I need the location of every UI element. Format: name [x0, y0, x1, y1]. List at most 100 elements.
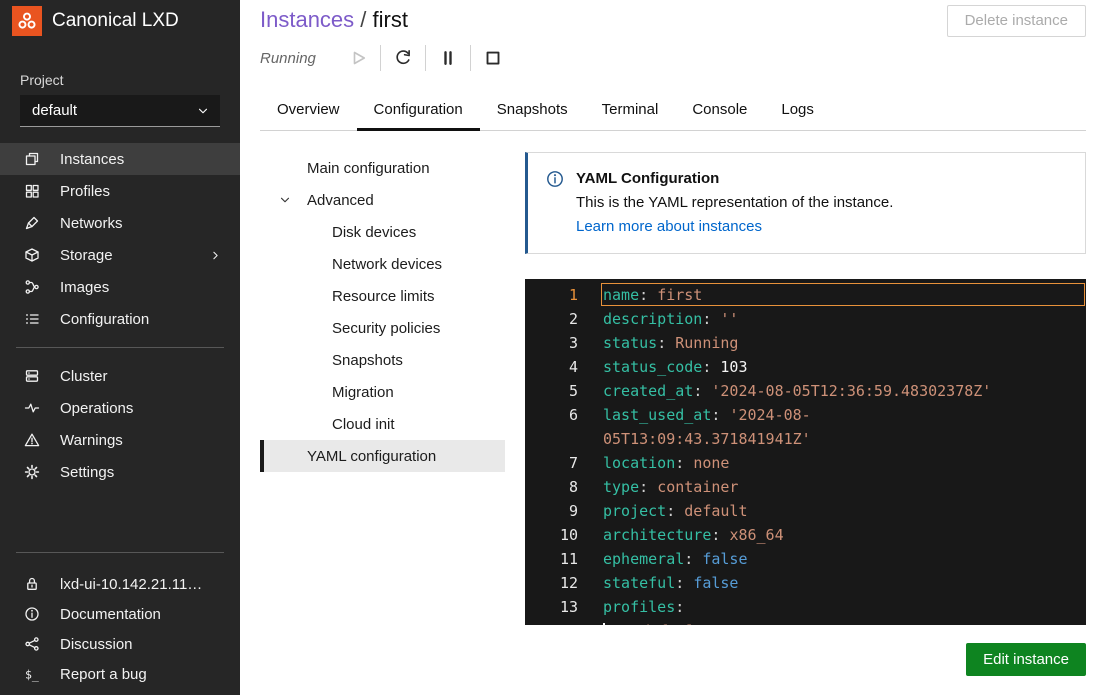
config-nav-snapshots[interactable]: Snapshots	[260, 344, 505, 376]
code-line-8[interactable]: 8type: container	[525, 475, 1086, 499]
code-line-4[interactable]: 4status_code: 103	[525, 355, 1086, 379]
status-row: Running	[260, 44, 1086, 72]
config-nav-cloud-init[interactable]: Cloud init	[260, 408, 505, 440]
storage-icon	[24, 247, 40, 263]
line-number	[525, 427, 578, 451]
sidebar-item-images[interactable]: Images	[0, 271, 240, 303]
pause-button[interactable]	[438, 48, 458, 68]
code-line-5[interactable]: 5created_at: '2024-08-05T12:36:59.483023…	[525, 379, 1086, 403]
config-nav-label: Network devices	[332, 256, 442, 273]
sidebar-item-operations[interactable]: Operations	[0, 392, 240, 424]
warning-icon	[24, 432, 40, 448]
config-nav-network-devices[interactable]: Network devices	[260, 248, 505, 280]
code-content: created_at: '2024-08-05T12:36:59.4830237…	[578, 379, 1086, 403]
sidebar-item-label: Discussion	[60, 636, 222, 653]
share-icon	[24, 636, 40, 652]
start-button[interactable]	[348, 48, 368, 68]
project-select[interactable]: default	[20, 95, 220, 127]
images-icon	[24, 279, 40, 295]
breadcrumb-separator: /	[354, 7, 372, 32]
chevron-right-icon	[209, 249, 222, 262]
tab-terminal[interactable]: Terminal	[585, 91, 676, 130]
code-line-12[interactable]: 12stateful: false	[525, 571, 1086, 595]
code-line-2[interactable]: 2description: ''	[525, 307, 1086, 331]
lock-icon	[24, 576, 40, 592]
line-number: 12	[525, 571, 578, 595]
code-content: description: ''	[578, 307, 1086, 331]
sidebar-item-lxd-ui-10-142-21-11[interactable]: lxd-ui-10.142.21.11…	[0, 569, 240, 599]
sidebar-item-settings[interactable]: Settings	[0, 456, 240, 488]
code-line-13[interactable]: 13profiles:	[525, 595, 1086, 619]
edit-instance-button[interactable]: Edit instance	[966, 643, 1086, 676]
config-nav: Main configurationAdvancedDisk devices Ne…	[260, 152, 505, 695]
config-nav-resource-limits[interactable]: Resource limits	[260, 280, 505, 312]
line-number: 1	[525, 283, 578, 307]
notice-body: This is the YAML representation of the i…	[576, 191, 1069, 215]
tab-console[interactable]: Console	[675, 91, 764, 130]
config-nav-label: Security policies	[332, 320, 440, 337]
tab-logs[interactable]: Logs	[764, 91, 831, 130]
code-line-3[interactable]: 3status: Running	[525, 331, 1086, 355]
token-key: location	[603, 454, 675, 472]
config-nav-yaml-configuration[interactable]: YAML configuration	[260, 440, 505, 472]
delete-instance-button[interactable]: Delete instance	[947, 5, 1086, 37]
code-line-11[interactable]: 11ephemeral: false	[525, 547, 1086, 571]
sidebar-item-storage[interactable]: Storage	[0, 239, 240, 271]
yaml-code-editor[interactable]: 1name: first2description: ''3status: Run…	[525, 279, 1086, 625]
profiles-icon	[24, 183, 40, 199]
code-line-wrap[interactable]: 05T13:09:43.371841941Z'	[525, 427, 1086, 451]
config-nav-advanced[interactable]: Advanced	[260, 184, 505, 216]
sidebar-item-label: Storage	[60, 247, 189, 264]
sidebar-item-discussion[interactable]: Discussion	[0, 629, 240, 659]
app-logo[interactable]: Canonical LXD	[0, 0, 240, 42]
code-line-7[interactable]: 7location: none	[525, 451, 1086, 475]
code-content: ephemeral: false	[578, 547, 1086, 571]
code-line-9[interactable]: 9project: default	[525, 499, 1086, 523]
sidebar-item-instances[interactable]: Instances	[0, 143, 240, 175]
code-line-6[interactable]: 6last_used_at: '2024-08-	[525, 403, 1086, 427]
config-nav-migration[interactable]: Migration	[260, 376, 505, 408]
learn-more-link[interactable]: Learn more about instances	[576, 218, 762, 235]
tab-overview[interactable]: Overview	[260, 91, 357, 130]
sidebar-item-warnings[interactable]: Warnings	[0, 424, 240, 456]
config-nav-security-policies[interactable]: Security policies	[260, 312, 505, 344]
token-colon: :	[675, 574, 693, 592]
status-badge: Running	[260, 50, 348, 67]
code-line-14[interactable]: 14 - default	[525, 619, 1086, 625]
config-nav-main-configuration[interactable]: Main configuration	[260, 152, 505, 184]
token-key: profiles	[603, 598, 675, 616]
tab-configuration[interactable]: Configuration	[357, 91, 480, 130]
token-colon: :	[702, 310, 720, 328]
config-nav-label: Migration	[332, 384, 394, 401]
instances-icon	[24, 151, 40, 167]
sidebar-spacer	[0, 488, 240, 540]
token-key: project	[603, 502, 666, 520]
token-colon: :	[684, 550, 702, 568]
breadcrumb-instances-link[interactable]: Instances	[260, 7, 354, 32]
sidebar-item-report-a-bug[interactable]: $_Report a bug	[0, 659, 240, 689]
line-number: 8	[525, 475, 578, 499]
code-content: 05T13:09:43.371841941Z'	[578, 427, 1086, 451]
sidebar-item-documentation[interactable]: Documentation	[0, 599, 240, 629]
breadcrumb: Instances / first	[260, 5, 408, 35]
config-nav-disk-devices[interactable]: Disk devices	[260, 216, 505, 248]
code-line-10[interactable]: 10architecture: x86_64	[525, 523, 1086, 547]
sidebar-item-configuration[interactable]: Configuration	[0, 303, 240, 335]
sidebar-item-label: Operations	[60, 400, 222, 417]
sidebar-item-profiles[interactable]: Profiles	[0, 175, 240, 207]
bug-report-icon: $_	[24, 666, 40, 682]
line-number: 7	[525, 451, 578, 475]
yaml-info-notice: YAML Configuration This is the YAML repr…	[525, 152, 1086, 254]
tab-snapshots[interactable]: Snapshots	[480, 91, 585, 130]
stop-button[interactable]	[483, 48, 503, 68]
restart-button[interactable]	[393, 48, 413, 68]
token-key: created_at	[603, 382, 693, 400]
code-content: name: first	[578, 283, 1086, 307]
token-str: '2024-08-05T12:36:59.48302378Z'	[711, 382, 991, 400]
sidebar-item-networks[interactable]: Networks	[0, 207, 240, 239]
sidebar-item-cluster[interactable]: Cluster	[0, 360, 240, 392]
code-line-1[interactable]: 1name: first	[525, 283, 1086, 307]
token-colon: :	[693, 382, 711, 400]
separator	[425, 45, 426, 71]
token-key: type	[603, 478, 639, 496]
